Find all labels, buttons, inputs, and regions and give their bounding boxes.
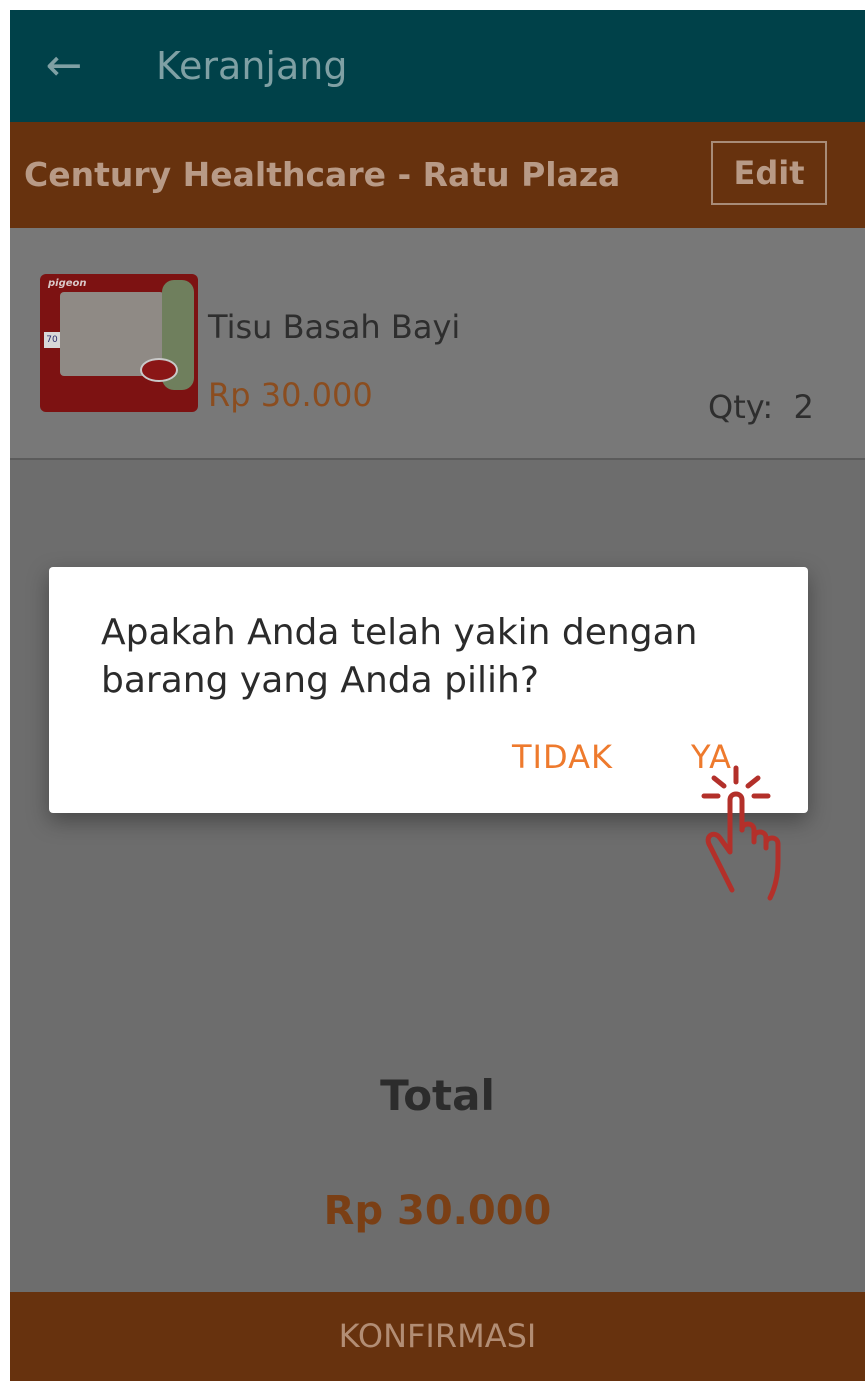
store-header: Century Healthcare - Ratu Plaza Edit — [10, 122, 865, 228]
dialog-message: Apakah Anda telah yakin dengan barang ya… — [101, 612, 698, 701]
product-package-badge — [140, 358, 178, 382]
product-count-label: 70 — [44, 332, 60, 348]
product-brand-logo: pigeon — [48, 278, 87, 289]
total-label: Total — [380, 1071, 495, 1120]
confirm-button[interactable]: KONFIRMASI — [10, 1292, 865, 1381]
page-title: Keranjang — [156, 44, 348, 88]
back-arrow-icon[interactable]: ← — [40, 40, 88, 92]
product-price: Rp 30.000 — [208, 376, 373, 414]
product-quantity: Qty: 2 — [708, 386, 814, 428]
dialog-no-button[interactable]: TIDAK — [512, 735, 613, 779]
tap-hand-icon — [701, 765, 781, 901]
product-image: pigeon 70 — [40, 274, 198, 412]
edit-button[interactable]: Edit — [711, 141, 827, 205]
quantity-value: 2 — [793, 388, 814, 426]
total-amount: Rp 30.000 — [323, 1188, 552, 1234]
quantity-label: Qty: — [708, 388, 774, 426]
app-bar: ← Keranjang — [10, 10, 865, 122]
product-name: Tisu Basah Bayi — [208, 308, 461, 346]
cart-item[interactable]: pigeon 70 Tisu Basah Bayi Rp 30.000 Qty:… — [10, 228, 865, 460]
store-name: Century Healthcare - Ratu Plaza — [24, 155, 621, 194]
